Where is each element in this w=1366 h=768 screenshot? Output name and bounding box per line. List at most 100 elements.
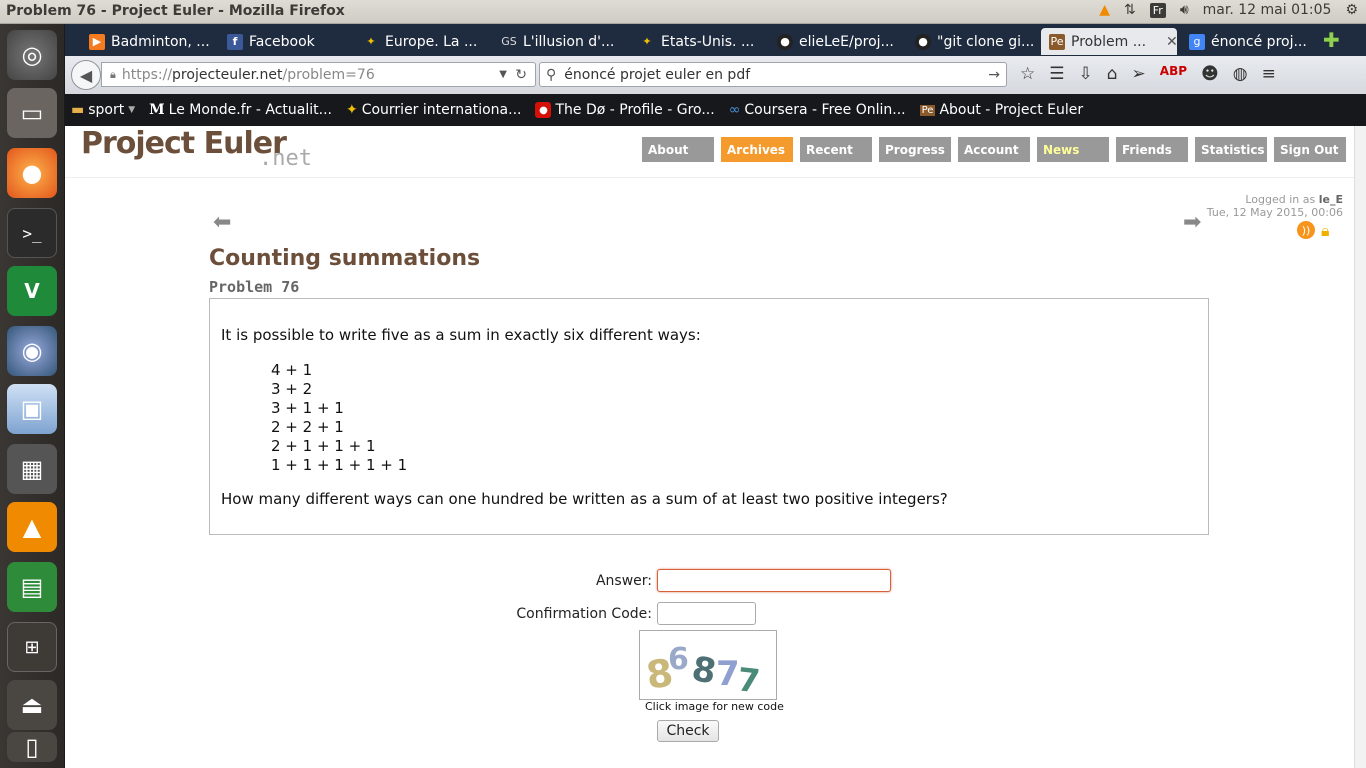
chevron-down-icon: ▼ [128, 105, 136, 115]
settings-gear-icon[interactable]: ⚙ [1345, 2, 1358, 18]
bookmark-le-monde[interactable]: M Le Monde.fr - Actualit... [149, 102, 332, 118]
le-monde-icon: M [149, 102, 165, 118]
courrier-international-icon: ✦ [642, 35, 652, 48]
network-icon[interactable]: ⇅ [1124, 2, 1136, 18]
tab-bar: ▶ Badminton, ... f Facebook ✦ Europe. La… [65, 24, 1366, 56]
usb-drive-icon[interactable]: ⏏ [7, 680, 57, 730]
search-icon: ⚲ [546, 66, 557, 83]
bookmark-about-project-euler[interactable]: Pe About - Project Euler [919, 102, 1083, 118]
list-item: 2 + 2 + 1 [271, 418, 344, 436]
home-icon[interactable]: ⌂ [1107, 64, 1118, 84]
site-logo[interactable]: Project Euler [81, 126, 287, 161]
badminton-icon: ▶ [89, 33, 105, 50]
back-arrow-icon: ◀ [79, 65, 93, 85]
tab-problem-active[interactable]: Pe Problem ... ✕ [1041, 28, 1177, 55]
url-bar[interactable]: 🔒︎ https://projecteuler.net/problem=76 ▼… [101, 62, 536, 87]
menu-sign-out[interactable]: Sign Out [1274, 137, 1346, 162]
sum-list: 4 + 1 3 + 2 3 + 1 + 1 2 + 2 + 1 2 + 1 + … [271, 361, 407, 475]
files-icon[interactable]: ▭ [7, 88, 57, 138]
close-tab-icon[interactable]: ✕ [1166, 34, 1177, 50]
project-euler-icon: Pe [1049, 33, 1065, 50]
tab-badminton[interactable]: ▶ Badminton, ... [81, 28, 211, 55]
tab-facebook[interactable]: f Facebook [219, 28, 349, 55]
bookmark-courrier-international[interactable]: ✦ Courrier internationa... [346, 102, 522, 118]
spreadsheet-icon[interactable]: ▤ [7, 562, 57, 612]
tab-etats-unis[interactable]: ✦ Etats-Unis. ... [631, 28, 761, 55]
menu-archives[interactable]: Archives [721, 137, 793, 162]
problem-content: It is possible to write five as a sum in… [209, 298, 1209, 535]
trash-icon[interactable]: ▯ [7, 732, 57, 762]
navigation-toolbar: 🔒︎ https://projecteuler.net/problem=76 ▼… [65, 56, 1366, 94]
reload-icon[interactable]: ↻ [515, 67, 527, 83]
tab-europe[interactable]: ✦ Europe. La ... [355, 28, 485, 55]
reading-list-icon[interactable]: ☰ [1049, 64, 1064, 84]
workspace-switcher-icon[interactable]: ⊞ [7, 622, 57, 672]
ubuntu-dash-icon[interactable]: ◎ [7, 30, 57, 80]
check-button[interactable]: Check [657, 720, 719, 742]
problem-title: Counting summations [209, 246, 481, 271]
window-title: Problem 76 - Project Euler - Mozilla Fir… [6, 3, 345, 19]
tab-github-repo[interactable]: ● elieLeE/proj... [769, 28, 899, 55]
tab-illusion[interactable]: GS L'illusion d'... [493, 28, 623, 55]
list-item: 3 + 1 + 1 [271, 399, 344, 417]
problem-intro: It is possible to write five as a sum in… [221, 326, 701, 344]
vertical-scrollbar[interactable] [1354, 126, 1366, 768]
captcha-note: Click image for new code [645, 700, 784, 713]
page-content: Project Euler .net About Archives Recent… [65, 126, 1354, 768]
menu-recent[interactable]: Recent [800, 137, 872, 162]
downloads-icon[interactable]: ⇩ [1079, 64, 1093, 84]
menu-friends[interactable]: Friends [1116, 137, 1188, 162]
github-icon: ● [777, 33, 793, 50]
list-item: 1 + 1 + 1 + 1 + 1 [271, 456, 408, 474]
menu-account[interactable]: Account [958, 137, 1030, 162]
virtualbox-icon[interactable]: ▣ [7, 384, 57, 434]
vlc-tray-icon[interactable]: ▲ [1099, 2, 1110, 18]
captcha-glyph: 7 [736, 660, 762, 699]
vim-icon[interactable]: V [7, 266, 57, 316]
volume-icon[interactable]: 🔊︎ [1180, 2, 1189, 18]
send-icon[interactable]: ➢ [1132, 64, 1146, 84]
bookmarks-toolbar: ▬ sport ▼ M Le Monde.fr - Actualit... ✦ … [65, 94, 1366, 126]
tab-git-clone[interactable]: ● "git clone gi... [907, 28, 1037, 55]
captcha-glyph: 8 [689, 649, 719, 693]
calculator-icon[interactable]: ▦ [7, 444, 57, 494]
problem-question: How many different ways can one hundred … [221, 490, 948, 508]
dropdown-icon[interactable]: ▼ [499, 69, 507, 80]
firefox-icon[interactable]: ● [7, 148, 57, 198]
bookmark-the-do[interactable]: ● The Dø - Profile - Gro... [535, 102, 715, 118]
menu-news[interactable]: News [1037, 137, 1109, 162]
back-button[interactable]: ◀ [71, 60, 101, 90]
previous-problem-arrow-icon[interactable]: ⬅ [213, 210, 231, 235]
coursera-icon: ∞ [728, 102, 741, 118]
next-problem-arrow-icon[interactable]: ➡ [1183, 210, 1201, 235]
search-go-icon[interactable]: → [988, 67, 1000, 83]
bookmark-folder-sport[interactable]: ▬ sport ▼ [71, 102, 135, 118]
confirmation-code-input[interactable] [657, 602, 756, 625]
facebook-icon: f [227, 33, 243, 50]
bookmark-star-icon[interactable]: ☆ [1020, 64, 1035, 84]
gs-icon: GS [501, 35, 517, 48]
menu-icon[interactable]: ≡ [1262, 64, 1276, 84]
system-top-bar: Problem 76 - Project Euler - Mozilla Fir… [0, 0, 1366, 24]
search-bar[interactable]: ⚲ énoncé projet euler en pdf → [539, 62, 1007, 87]
captcha-image[interactable]: 8 6 8 7 7 [639, 630, 777, 700]
new-tab-icon[interactable]: ✚ [1323, 28, 1340, 52]
adblock-icon[interactable]: ABP [1160, 64, 1187, 84]
answer-input[interactable] [657, 569, 891, 592]
sync-icon[interactable]: ◍ [1233, 64, 1248, 84]
vlc-icon[interactable]: ▲ [7, 502, 57, 552]
github-icon: ● [915, 33, 931, 50]
lock-icon[interactable]: 🔒︎ [1321, 221, 1330, 241]
network-app-icon[interactable]: ◉ [7, 326, 57, 376]
chat-icon[interactable]: ☻ [1201, 64, 1219, 84]
menu-statistics[interactable]: Statistics [1195, 137, 1267, 162]
terminal-icon[interactable]: >_ [7, 208, 57, 258]
bookmark-coursera[interactable]: ∞ Coursera - Free Onlin... [729, 102, 906, 118]
menu-about[interactable]: About [642, 137, 714, 162]
clock[interactable]: mar. 12 mai 01:05 [1203, 2, 1332, 18]
rss-icon[interactable]: )) [1297, 221, 1315, 239]
keyboard-layout-indicator[interactable]: Fr [1149, 2, 1166, 18]
tab-google-search[interactable]: g énoncé proj... [1181, 28, 1311, 55]
menu-progress[interactable]: Progress [879, 137, 951, 162]
captcha-glyph: 6 [668, 642, 689, 677]
